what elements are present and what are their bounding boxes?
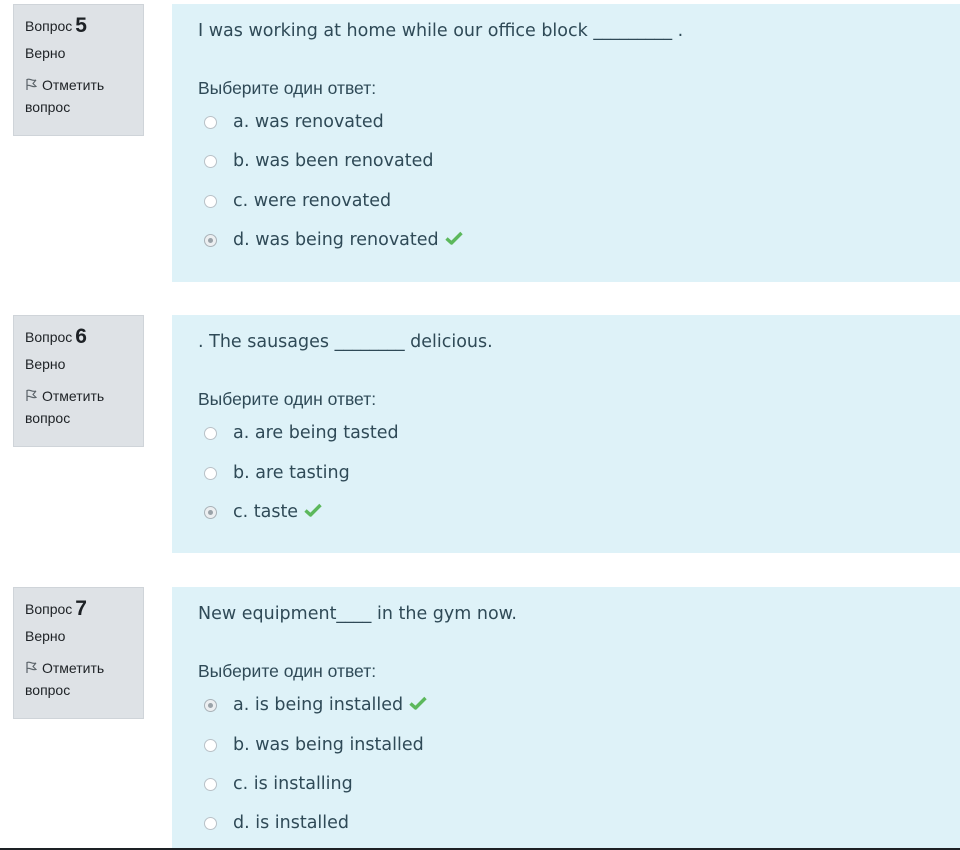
answer-option[interactable]: d. is installed — [204, 811, 349, 835]
answer-prompt: Выберите один ответ: — [198, 78, 377, 98]
radio-icon[interactable] — [204, 698, 217, 712]
answer-prompt: Выберите один ответ: — [198, 389, 377, 409]
question-label: Вопрос — [25, 18, 73, 34]
question-label: Вопрос — [25, 601, 73, 617]
flag-icon — [26, 661, 38, 673]
radio-icon[interactable] — [204, 505, 217, 519]
question-number: Вопрос 7 — [25, 597, 133, 621]
radio-icon[interactable] — [204, 426, 217, 440]
answer-label: c. were renovated — [233, 191, 392, 211]
question-state: Верно — [25, 628, 66, 644]
flag-icon — [26, 78, 38, 90]
answer-option[interactable]: d. was being renovated — [204, 228, 463, 252]
answer-option[interactable]: b. are tasting — [204, 461, 350, 485]
radio-icon[interactable] — [204, 154, 217, 168]
answer-label: b. are tasting — [233, 463, 350, 483]
question-content: New equipment____ in the gym now. Выбери… — [172, 587, 960, 850]
question-text: New equipment____ in the gym now. — [198, 604, 517, 624]
flag-icon — [26, 389, 38, 401]
answer-option[interactable]: c. were renovated — [204, 189, 391, 213]
question-label: Вопрос — [25, 329, 73, 345]
question-info: Вопрос 7 Верно Отметить вопрос — [13, 587, 144, 719]
answer-label: d. is installed — [233, 813, 350, 833]
question-number-value: 7 — [75, 597, 87, 620]
answer-option[interactable]: a. is being installed — [204, 693, 427, 717]
question-content: . The sausages ________ delicious. Выбер… — [172, 315, 960, 553]
answer-label: a. is being installed — [233, 695, 404, 715]
flag-question-link[interactable]: Отметить вопрос — [25, 74, 133, 118]
answer-option[interactable]: b. was being installed — [204, 733, 424, 757]
flag-question-link[interactable]: Отметить вопрос — [25, 657, 133, 701]
question-text: . The sausages ________ delicious. — [198, 332, 493, 352]
answer-label: c. taste — [233, 502, 299, 522]
question-text: I was working at home while our office b… — [198, 21, 684, 41]
answer-label: c. is installing — [233, 774, 353, 794]
answer-option[interactable]: c. taste — [204, 500, 322, 524]
radio-icon[interactable] — [204, 738, 217, 752]
answer-option[interactable]: a. are being tasted — [204, 421, 399, 445]
answer-prompt: Выберите один ответ: — [198, 661, 377, 681]
radio-icon[interactable] — [204, 233, 217, 247]
check-icon — [445, 230, 463, 250]
question-number: Вопрос 6 — [25, 325, 133, 349]
question-state: Верно — [25, 45, 66, 61]
answer-option[interactable]: c. is installing — [204, 772, 353, 796]
question-number-value: 6 — [75, 325, 87, 348]
question-number: Вопрос 5 — [25, 14, 133, 38]
radio-icon[interactable] — [204, 194, 217, 208]
answer-label: d. was being renovated — [233, 230, 439, 250]
question-number-value: 5 — [75, 14, 87, 37]
flag-label: Отметить — [42, 660, 105, 676]
radio-icon[interactable] — [204, 816, 217, 830]
radio-icon[interactable] — [204, 115, 217, 129]
question-info: Вопрос 6 Верно Отметить вопрос — [13, 315, 144, 447]
answer-label: b. was been renovated — [233, 151, 434, 171]
question-info: Вопрос 5 Верно Отметить вопрос — [13, 4, 144, 136]
flag-label: Отметить — [42, 77, 105, 93]
radio-icon[interactable] — [204, 466, 217, 480]
answer-option[interactable]: b. was been renovated — [204, 149, 433, 173]
flag-label-2: вопрос — [25, 99, 71, 115]
check-icon — [409, 695, 427, 715]
flag-label-2: вопрос — [25, 682, 71, 698]
question-content: I was working at home while our office b… — [172, 4, 960, 282]
flag-label-2: вопрос — [25, 410, 71, 426]
answer-label: a. was renovated — [233, 112, 384, 132]
answer-label: a. are being tasted — [233, 423, 399, 443]
flag-question-link[interactable]: Отметить вопрос — [25, 385, 133, 429]
question-state: Верно — [25, 356, 66, 372]
flag-label: Отметить — [42, 388, 105, 404]
answer-label: b. was being installed — [233, 735, 424, 755]
answer-option[interactable]: a. was renovated — [204, 110, 384, 134]
check-icon — [304, 502, 322, 522]
radio-icon[interactable] — [204, 777, 217, 791]
